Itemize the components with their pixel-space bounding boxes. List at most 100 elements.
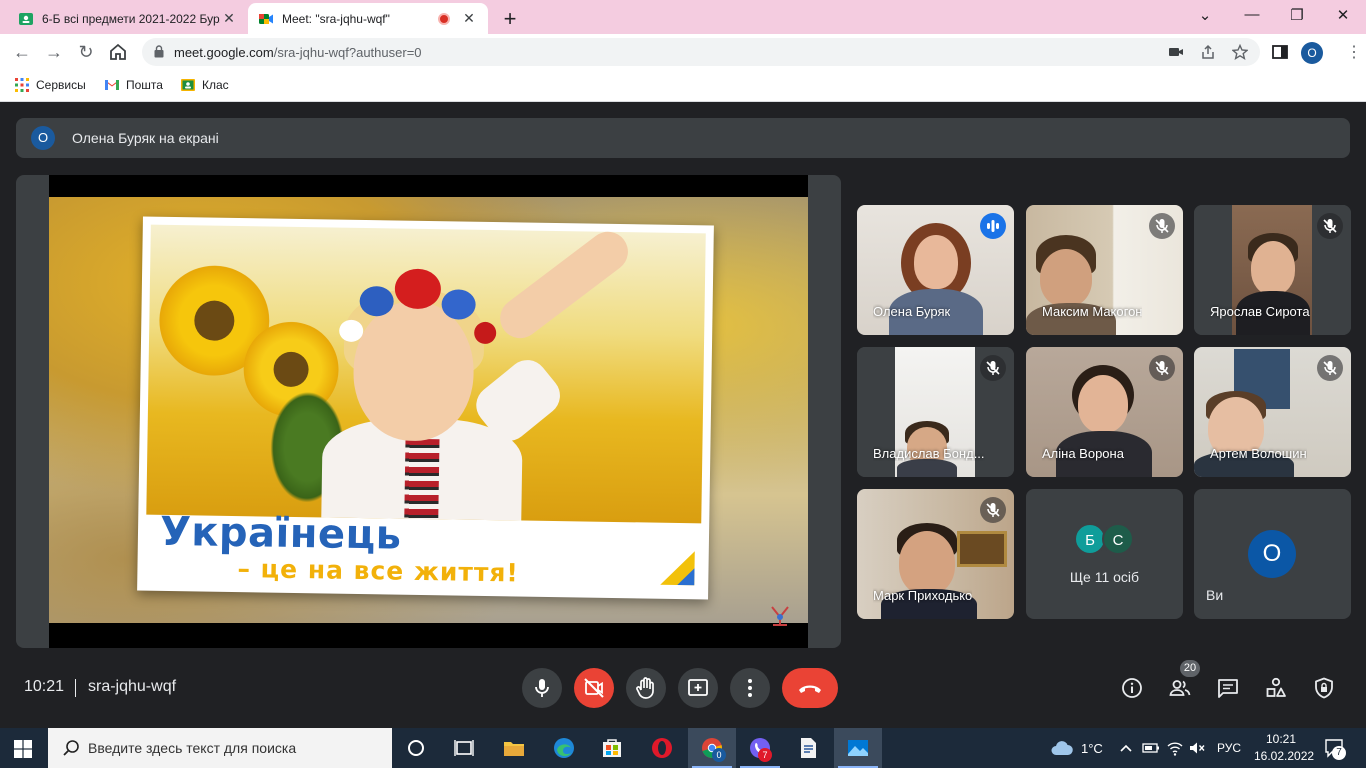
mic-off-icon [1317, 355, 1343, 381]
browser-toolbar: ← → ↻ meet.google.com/sra-jqhu-wqf?authu… [0, 34, 1366, 70]
presenting-text: Олена Буряк на екрані [72, 130, 219, 146]
participant-tile[interactable]: Максим Макогон [1026, 205, 1183, 335]
present-screen-button[interactable] [678, 668, 718, 708]
leave-call-button[interactable] [782, 668, 838, 708]
side-panel-icon[interactable] [1270, 42, 1290, 62]
taskbar-search-box[interactable]: Введите здесь текст для поиска [48, 728, 392, 768]
tab-meet[interactable]: Meet: "sra-jqhu-wqf" ✕ [248, 3, 488, 34]
home-icon[interactable] [108, 42, 128, 62]
bookmark-classroom[interactable]: Клас [180, 77, 229, 93]
wifi-icon[interactable] [1166, 738, 1184, 758]
bookmark-star-icon[interactable] [1232, 44, 1248, 60]
task-view-icon[interactable] [452, 736, 476, 760]
people-icon[interactable] [1168, 676, 1192, 700]
slide-title: Українець [159, 508, 402, 559]
reload-icon[interactable]: ↻ [76, 42, 96, 62]
mic-off-icon [1149, 213, 1175, 239]
raise-hand-button[interactable] [626, 668, 666, 708]
windows-start-icon[interactable] [14, 740, 32, 758]
self-tile[interactable]: О Ви [1194, 489, 1351, 619]
back-icon[interactable]: ← [12, 42, 32, 62]
microsoft-store-icon[interactable] [600, 736, 624, 760]
tab-label: 6-Б всі предмети 2021-2022 Буряк [42, 11, 220, 26]
close-icon[interactable]: ✕ [220, 10, 238, 27]
mic-off-icon [980, 497, 1006, 523]
apps-grid-icon [15, 78, 29, 92]
volume-muted-icon[interactable] [1188, 738, 1206, 758]
host-controls-icon[interactable] [1312, 676, 1336, 700]
camera-in-use-icon[interactable] [1168, 44, 1184, 60]
input-language[interactable]: РУС [1217, 741, 1241, 755]
slide-photo [146, 223, 706, 524]
cortana-icon[interactable] [404, 736, 428, 760]
more-participants-tile[interactable]: Б С Ще 11 осіб [1026, 489, 1183, 619]
tab-label: Meet: "sra-jqhu-wqf" [282, 11, 390, 26]
url-text[interactable]: meet.google.com/sra-jqhu-wqf?authuser=0 [174, 45, 422, 60]
self-label: Ви [1206, 587, 1224, 603]
presentation-stage[interactable]: Українець – це на все життя! [16, 175, 841, 648]
bookmark-services[interactable]: Сервисы [14, 77, 86, 93]
activities-icon[interactable] [1264, 676, 1288, 700]
microphone-button[interactable] [522, 668, 562, 708]
participant-name: Аліна Ворона [1042, 446, 1124, 461]
participant-tile[interactable]: Ярослав Сирота [1194, 205, 1351, 335]
edge-icon[interactable] [552, 736, 576, 760]
weather-temperature[interactable]: 1°C [1081, 741, 1103, 756]
taskbar-date[interactable]: 16.02.2022 [1254, 749, 1314, 763]
self-avatar: О [1248, 530, 1296, 578]
opera-icon[interactable] [650, 736, 674, 760]
participant-tile[interactable]: Олена Буряк [857, 205, 1014, 335]
file-explorer-icon[interactable] [502, 736, 526, 760]
more-participants-label: Ще 11 осіб [1069, 569, 1140, 585]
participant-tile[interactable]: Марк Приходько [857, 489, 1014, 619]
camera-off-icon [584, 678, 604, 698]
chat-icon[interactable] [1216, 676, 1240, 700]
separator [75, 679, 76, 697]
profile-avatar[interactable]: О [1301, 42, 1323, 64]
meeting-details-icon[interactable] [1120, 676, 1144, 700]
battery-icon[interactable] [1142, 738, 1160, 758]
chrome-taskbar-button[interactable]: 0 [688, 728, 736, 768]
minimize-icon[interactable]: — [1242, 6, 1262, 23]
windows-taskbar: Введите здесь текст для поиска 0 7 1°C Р… [0, 728, 1366, 768]
chevron-up-icon[interactable] [1118, 738, 1134, 758]
url-path: /sra-jqhu-wqf?authuser=0 [273, 45, 422, 60]
search-icon [63, 740, 79, 756]
weather-cloud-icon[interactable] [1050, 738, 1074, 758]
new-tab-button[interactable]: + [500, 6, 520, 32]
recording-icon [438, 12, 450, 25]
viber-unread-badge: 7 [758, 748, 772, 762]
participant-name: Владислав Бонд... [873, 446, 985, 461]
camera-button[interactable] [574, 668, 614, 708]
meeting-time: 10:21 [24, 678, 65, 695]
taskbar-time[interactable]: 10:21 [1266, 732, 1296, 746]
more-options-button[interactable] [730, 668, 770, 708]
flag-corner-blue [677, 567, 695, 586]
viber-taskbar-button[interactable]: 7 [736, 728, 784, 768]
lock-icon[interactable] [154, 45, 164, 58]
close-icon[interactable]: ✕ [460, 10, 478, 27]
participant-tile[interactable]: Аліна Ворона [1026, 347, 1183, 477]
participant-name: Максим Макогон [1042, 304, 1143, 319]
participant-tile[interactable]: Владислав Бонд... [857, 347, 1014, 477]
close-window-icon[interactable]: ✕ [1333, 6, 1353, 24]
chrome-menu-icon[interactable]: ⋮ [1346, 42, 1362, 62]
tab-search-icon[interactable]: ⌄ [1195, 6, 1215, 24]
maximize-icon[interactable]: ❐ [1287, 6, 1307, 24]
word-document-icon[interactable] [796, 736, 820, 760]
mic-off-icon [980, 355, 1006, 381]
tab-classroom[interactable]: 6-Б всі предмети 2021-2022 Буряк ✕ [8, 3, 248, 34]
share-icon[interactable] [1200, 44, 1216, 60]
people-count-badge: 20 [1180, 660, 1200, 677]
classroom-icon [19, 12, 33, 25]
notifications-button[interactable]: 7 [1324, 738, 1346, 760]
photos-taskbar-button[interactable] [834, 728, 882, 768]
girl-face-image [352, 299, 475, 442]
participant-tile[interactable]: Артем Волошин [1194, 347, 1351, 477]
address-bar[interactable]: meet.google.com/sra-jqhu-wqf?authuser=0 [142, 38, 1260, 66]
hand-icon [636, 677, 654, 699]
bookmark-mail[interactable]: Пошта [104, 77, 163, 93]
embroidery-image [404, 438, 440, 520]
meeting-code: sra-jqhu-wqf [88, 678, 177, 695]
forward-icon[interactable]: → [44, 42, 64, 62]
